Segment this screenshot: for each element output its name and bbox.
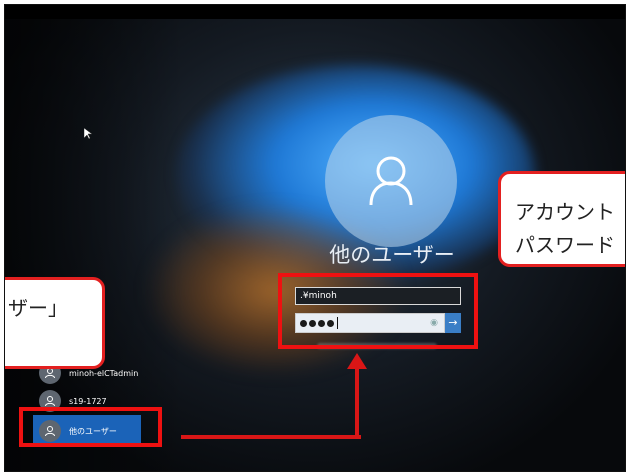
user-avatar-large — [325, 115, 457, 247]
login-screen-photo: 他のユーザー .¥minoh ◉ → minoh-elCTadmin s19-1… — [4, 4, 626, 472]
right-callout: アカウント パスワード — [498, 171, 625, 267]
user-tile-label: s19-1727 — [69, 396, 107, 406]
arrow-horizontal — [181, 435, 361, 439]
credentials-highlight-box — [278, 273, 478, 349]
mouse-pointer-icon — [84, 128, 92, 140]
other-user-highlight-box — [19, 407, 162, 447]
arrow-head-icon — [347, 353, 367, 369]
arrow-vertical — [355, 367, 359, 439]
right-callout-line1: アカウント — [515, 200, 615, 224]
login-user-name: 他のユーザー — [329, 243, 455, 267]
right-callout-line2: パスワード — [515, 233, 615, 257]
user-tile-label: minoh-elCTadmin — [69, 368, 139, 378]
left-callout-line1: ザー」 — [8, 296, 68, 320]
user-silhouette-icon — [369, 156, 413, 206]
left-callout: ザー」 — [5, 277, 105, 369]
